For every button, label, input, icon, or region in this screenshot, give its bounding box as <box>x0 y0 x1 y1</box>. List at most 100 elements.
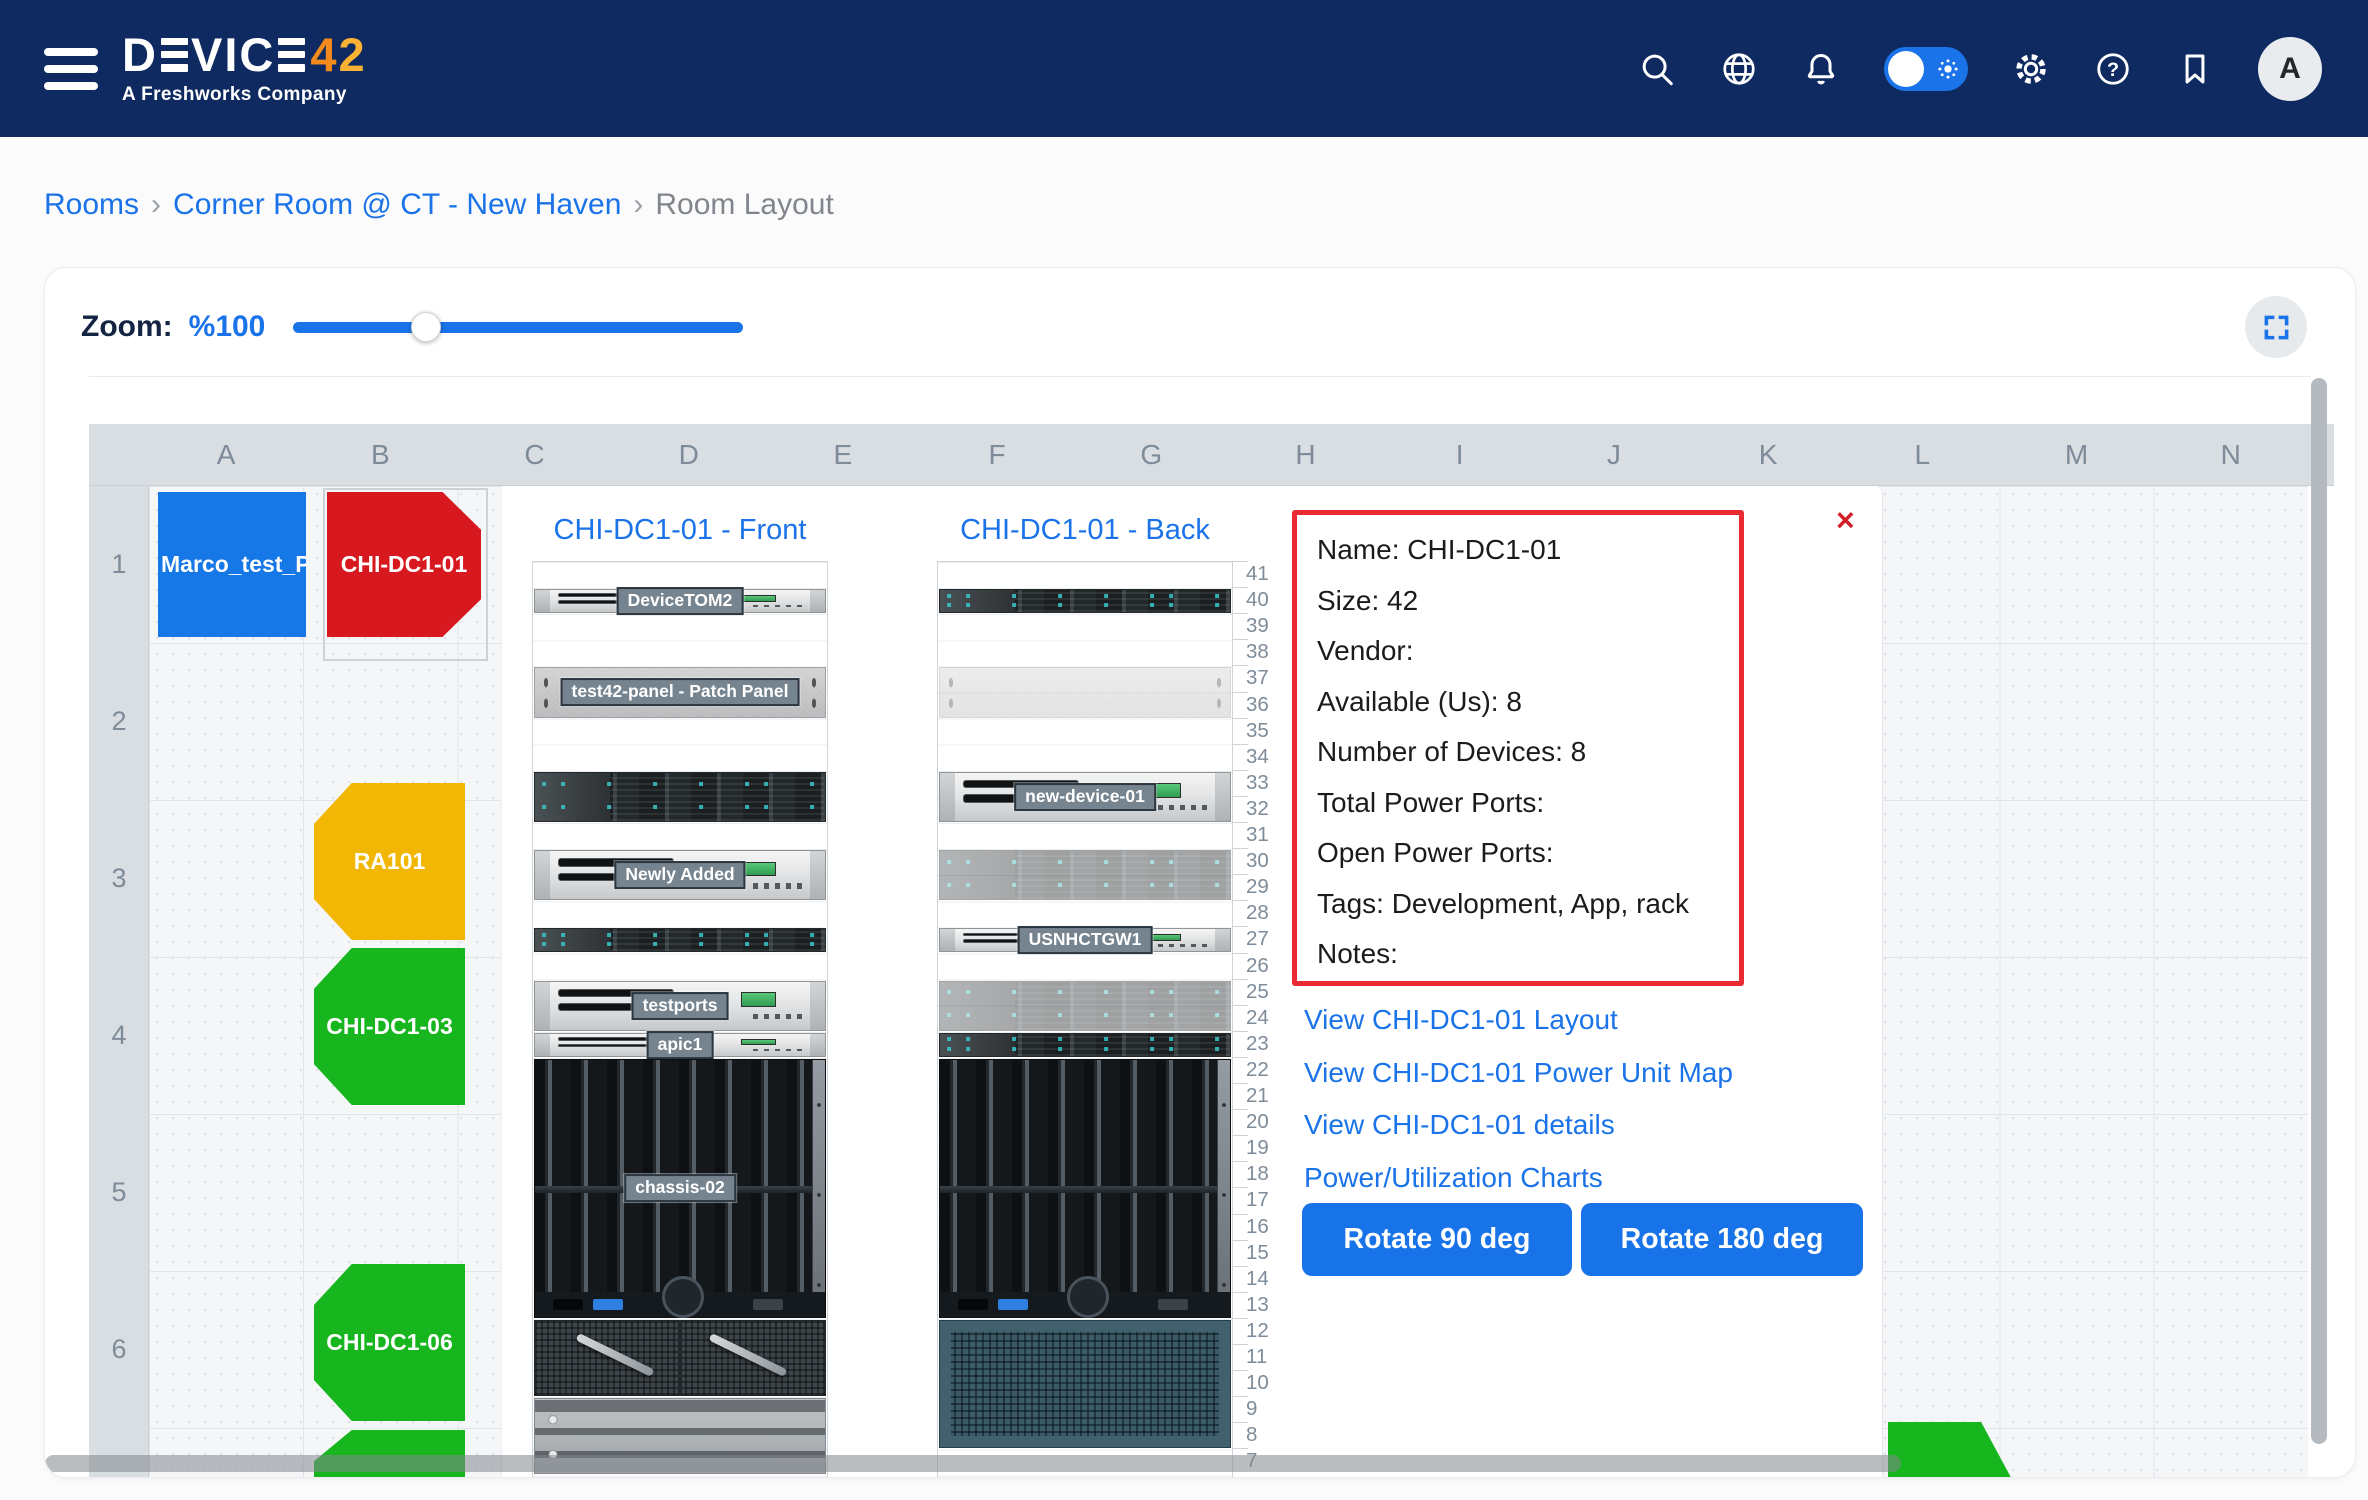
popup-field-number-of-devices: Number of Devices: 8 <box>1317 727 1719 778</box>
device-label: new-device-01 <box>1014 783 1156 811</box>
grid-rack-chi-dc1-01[interactable]: CHI-DC1-01 <box>327 492 481 637</box>
device-psu-front[interactable] <box>534 1320 826 1396</box>
rack-links: View CHI-DC1-01 LayoutView CHI-DC1-01 Po… <box>1304 994 1733 1204</box>
unit-number-20: 20 <box>1246 1109 1292 1135</box>
settings-gear-icon[interactable] <box>2012 50 2050 88</box>
unit-number-12: 12 <box>1246 1318 1292 1344</box>
device-label: DeviceTOM2 <box>617 587 744 615</box>
grid-rack-chi-dc1-03[interactable]: CHI-DC1-03 <box>314 948 465 1105</box>
popup-close-icon[interactable]: × <box>1836 504 1855 536</box>
unit-number-28: 28 <box>1246 900 1292 926</box>
unit-number-15: 15 <box>1246 1240 1292 1266</box>
unit-number-19: 19 <box>1246 1135 1292 1161</box>
hamburger-menu-icon[interactable] <box>44 48 98 90</box>
vertical-scrollbar[interactable] <box>2311 378 2327 1444</box>
device-usnhctgw1-back[interactable]: USNHCTGW1 <box>939 928 1231 952</box>
breadcrumb-item-rooms[interactable]: Rooms <box>44 188 139 222</box>
unit-number-13: 13 <box>1246 1292 1292 1318</box>
grid-column-J: J <box>1537 424 1691 486</box>
grid-column-N: N <box>2154 424 2308 486</box>
grid-column-F: F <box>920 424 1074 486</box>
unit-number-22: 22 <box>1246 1057 1292 1083</box>
device-new-device-01-back[interactable]: new-device-01 <box>939 772 1231 822</box>
rack-info-popup: Name: CHI-DC1-01Size: 42Vendor:Available… <box>1292 510 1744 986</box>
toggle-knob <box>1888 51 1924 87</box>
grid-column-I: I <box>1383 424 1537 486</box>
unit-number-36: 36 <box>1246 692 1292 718</box>
help-icon[interactable]: ? <box>2094 50 2132 88</box>
room-grid: ABCDEFGHIJKLMN 1234567 CHI-DC1-01 - Fron… <box>89 424 2334 1478</box>
device-dark-back[interactable] <box>939 589 1231 613</box>
device-chassis-back[interactable] <box>939 1059 1231 1318</box>
unit-number-14: 14 <box>1246 1266 1292 1292</box>
device-devicetom2-front[interactable]: DeviceTOM2 <box>534 589 826 613</box>
device-newly-added-front[interactable]: Newly Added <box>534 850 826 900</box>
device-label: USNHCTGW1 <box>1018 927 1153 955</box>
grid-rack-ra101[interactable]: RA101 <box>314 783 465 940</box>
top-navbar: DVIC42 A Freshworks Company ? <box>0 0 2368 137</box>
device-label: apic1 <box>647 1031 714 1059</box>
popup-field-total-power-ports: Total Power Ports: <box>1317 778 1719 829</box>
popup-field-size: Size: 42 <box>1317 576 1719 627</box>
grid-column-G: G <box>1074 424 1228 486</box>
zoom-slider[interactable] <box>293 322 743 333</box>
grid-column-L: L <box>1845 424 1999 486</box>
device-dark-back[interactable] <box>939 850 1231 900</box>
grid-row-2: 2 <box>89 643 149 800</box>
grid-row-6: 6 <box>89 1271 149 1428</box>
unit-number-33: 33 <box>1246 770 1292 796</box>
device-test42-panel-patch-panel-front[interactable]: test42-panel - Patch Panel <box>534 667 826 717</box>
unit-number-25: 25 <box>1246 979 1292 1005</box>
bookmark-icon[interactable] <box>2176 50 2214 88</box>
user-avatar[interactable]: A <box>2258 37 2322 101</box>
link-power-utilization-charts[interactable]: Power/Utilization Charts <box>1304 1152 1733 1205</box>
breadcrumb-item-corner-room-ct-new-haven[interactable]: Corner Room @ CT - New Haven <box>173 188 621 222</box>
sun-icon <box>1935 56 1961 82</box>
link-view-chi-dc1-01-details[interactable]: View CHI-DC1-01 details <box>1304 1099 1733 1152</box>
device-testports-front[interactable]: testports <box>534 981 826 1031</box>
device-gray-back[interactable] <box>939 667 1231 717</box>
back-rack-title: CHI-DC1-01 - Back <box>935 514 1235 547</box>
device42-logo: DVIC42 A Freshworks Company <box>122 31 367 106</box>
popup-field-vendor: Vendor: <box>1317 626 1719 677</box>
horizontal-scrollbar[interactable] <box>45 1455 1901 1472</box>
unit-number-23: 23 <box>1246 1031 1292 1057</box>
theme-toggle[interactable] <box>1884 47 1968 91</box>
grid-column-H: H <box>1228 424 1382 486</box>
device-apic1-front[interactable]: apic1 <box>534 1033 826 1057</box>
device-dark-front[interactable] <box>534 772 826 822</box>
unit-number-40: 40 <box>1246 587 1292 613</box>
device-teal-back[interactable] <box>939 1320 1231 1449</box>
button-rotate-180-deg[interactable]: Rotate 180 deg <box>1581 1203 1863 1276</box>
unit-number-16: 16 <box>1246 1214 1292 1240</box>
zoom-value: %100 <box>189 310 266 344</box>
device-dark-back[interactable] <box>939 1033 1231 1057</box>
grid-rack-chi-dc1-06[interactable]: CHI-DC1-06 <box>314 1264 465 1421</box>
zoom-slider-handle[interactable] <box>411 312 441 342</box>
search-icon[interactable] <box>1638 50 1676 88</box>
device-label: chassis-02 <box>624 1174 736 1202</box>
logo-e-glyph <box>161 38 188 72</box>
grid-column-header: ABCDEFGHIJKLMN <box>89 424 2334 486</box>
device-label: testports <box>632 992 729 1020</box>
button-rotate-90-deg[interactable]: Rotate 90 deg <box>1302 1203 1572 1276</box>
breadcrumb-separator: › <box>151 188 161 222</box>
device-chassis-02-front[interactable]: chassis-02 <box>534 1059 826 1318</box>
fullscreen-button[interactable] <box>2245 296 2307 358</box>
toolbar-divider <box>89 376 2311 377</box>
room-layout-card: Zoom: %100 ABCDEFGHIJKLMN 1234567 CHI-DC… <box>44 267 2356 1478</box>
logo-2: 2 <box>338 31 366 78</box>
unit-number-39: 39 <box>1246 613 1292 639</box>
device-dark-back[interactable] <box>939 981 1231 1031</box>
unit-number-32: 32 <box>1246 796 1292 822</box>
grid-row-5: 5 <box>89 1114 149 1271</box>
unit-number-38: 38 <box>1246 639 1292 665</box>
unit-number-34: 34 <box>1246 744 1292 770</box>
grid-column-M: M <box>1999 424 2153 486</box>
link-view-chi-dc1-01-power-unit-map[interactable]: View CHI-DC1-01 Power Unit Map <box>1304 1047 1733 1100</box>
device-dark-front[interactable] <box>534 928 826 952</box>
grid-rack-marco-test-pa[interactable]: Marco_test_Pa <box>158 492 306 637</box>
globe-icon[interactable] <box>1720 50 1758 88</box>
link-view-chi-dc1-01-layout[interactable]: View CHI-DC1-01 Layout <box>1304 994 1733 1047</box>
notifications-bell-icon[interactable] <box>1802 50 1840 88</box>
